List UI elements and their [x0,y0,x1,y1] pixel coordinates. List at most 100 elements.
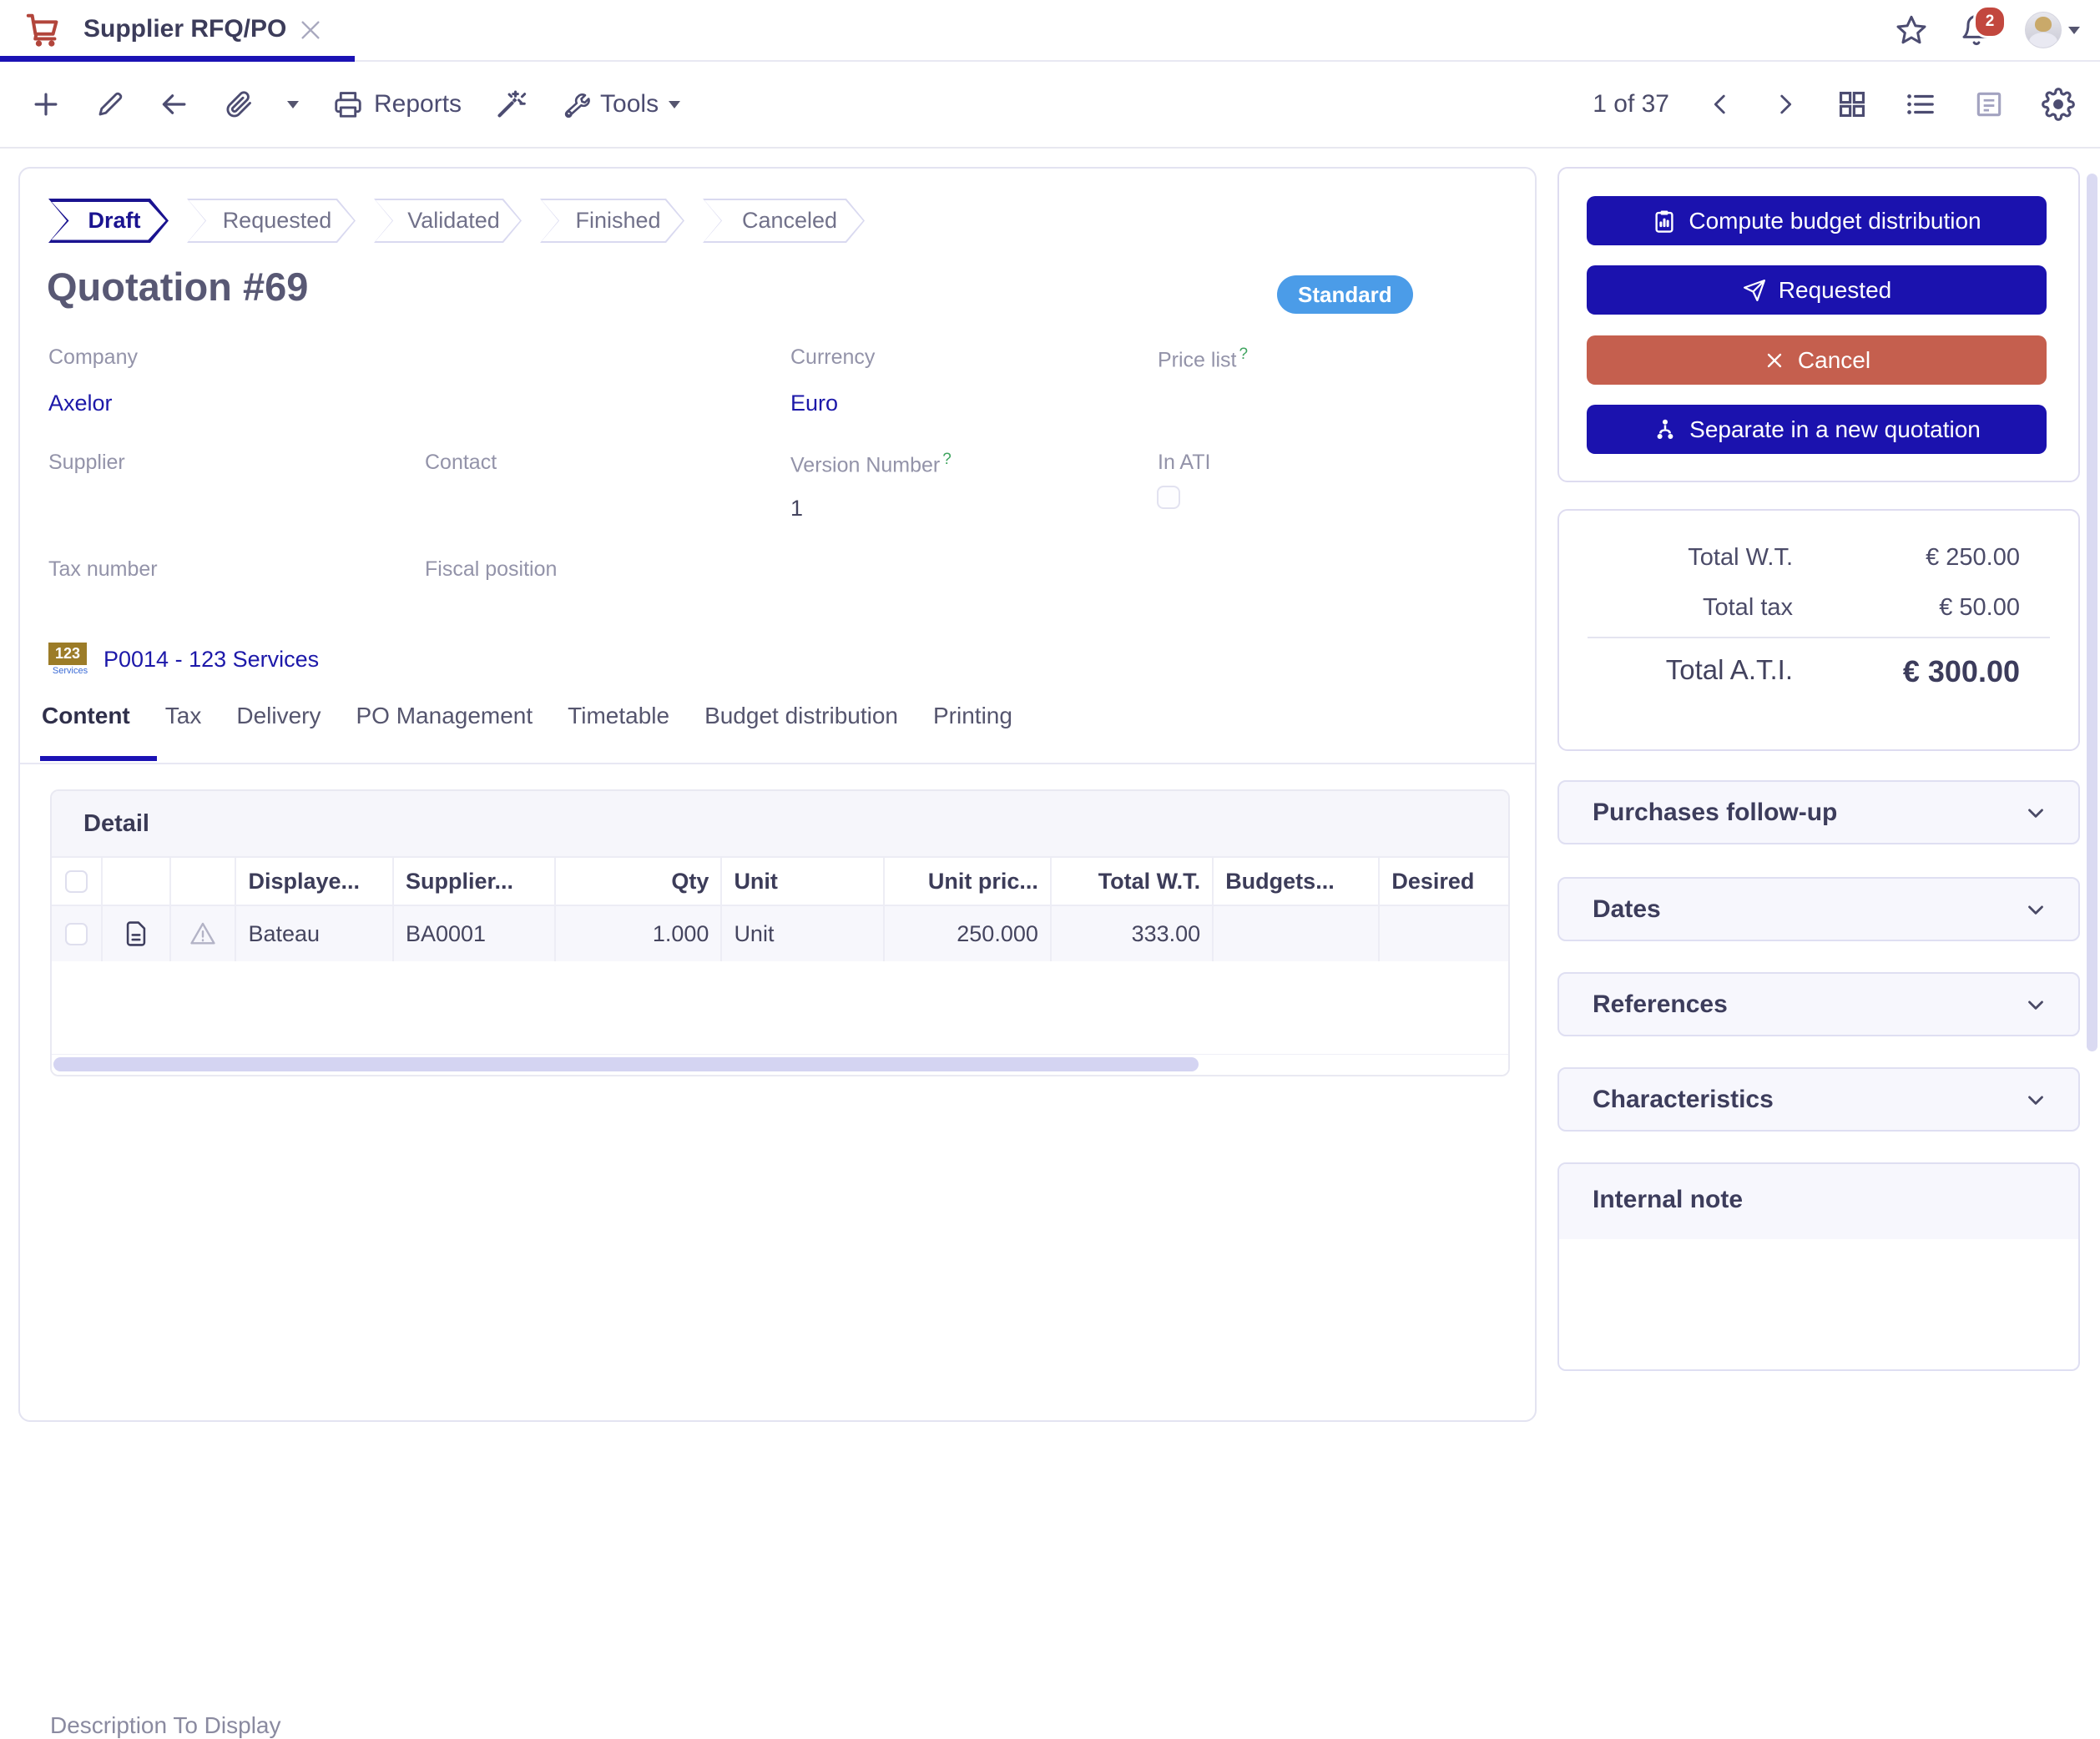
compute-budget-distribution-button[interactable]: Compute budget distribution [1587,196,2047,245]
tab-budget-distribution[interactable]: Budget distribution [704,703,898,729]
total-tax-value: € 50.00 [1793,594,2078,622]
detail-column-headers: Displaye... Supplier... Qty Unit Unit pr… [52,858,1508,905]
tab-timetable[interactable]: Timetable [568,703,669,729]
button-label: Requested [1779,277,1891,304]
price-list-label: Price list? [1158,345,1248,372]
supplier-value[interactable]: 123 Services P0014 - 123 Services [48,643,319,676]
column-supplier-code[interactable]: Supplier... [392,858,554,905]
internal-note-label: Internal note [1593,1186,1743,1214]
help-icon[interactable]: ? [942,451,952,468]
tab-title[interactable]: Supplier RFQ/PO [83,15,286,43]
cell-unit: Unit [720,906,882,961]
next-record-chevron[interactable] [1771,90,1800,118]
panel-references[interactable]: References [1557,972,2080,1036]
close-tab-icon[interactable] [297,17,324,43]
form-tabs: Content Tax Delivery PO Management Timet… [42,703,1012,729]
tools-button[interactable]: Tools [560,89,680,119]
record-pager: 1 of 37 [1593,90,1669,118]
select-all-checkbox[interactable] [52,858,101,905]
split-icon [1653,417,1678,442]
attachment-dropdown-caret[interactable] [287,101,299,108]
tab-content[interactable]: Content [42,703,130,729]
cell-qty: 1.000 [554,906,720,961]
chevron-down-icon [669,101,680,108]
total-wt-value: € 250.00 [1793,544,2078,572]
tax-number-label: Tax number [48,557,158,582]
separate-in-new-quotation-button[interactable]: Separate in a new quotation [1587,405,2047,454]
contact-label: Contact [425,451,497,475]
supplier-link[interactable]: P0014 - 123 Services [103,647,319,673]
chevron-down-icon [2023,800,2048,825]
form-toolbar: Reports Tools 1 of 37 [0,62,2100,149]
scrollbar-thumb[interactable] [53,1057,1199,1071]
workflow-step-finished: Finished [540,199,684,243]
workflow-step-requested: Requested [187,199,356,243]
requested-button[interactable]: Requested [1587,265,2047,315]
attachment-paperclip-icon[interactable] [224,89,254,119]
panel-internal-note[interactable]: Internal note [1557,1162,2080,1371]
help-icon[interactable]: ? [1239,345,1248,363]
tab-tax[interactable]: Tax [165,703,202,729]
totals-divider [1588,637,2050,638]
column-icon-1 [101,858,169,905]
workflow-step-validated: Validated [374,199,522,243]
cell-desired [1378,906,1508,961]
user-menu[interactable] [2025,12,2080,48]
warning-triangle-icon [169,906,235,961]
shopping-cart-icon [25,11,63,49]
cell-supplier-code: BA0001 [392,906,554,961]
table-row[interactable]: Bateau BA0001 1.000 Unit 250.000 333.00 [52,905,1508,961]
column-qty[interactable]: Qty [554,858,720,905]
active-tab-indicator [0,56,355,62]
description-to-display-label: Description To Display [50,1712,281,1739]
favorite-star-icon[interactable] [1895,13,1928,47]
column-unit[interactable]: Unit [720,858,882,905]
page-scrollbar-thumb[interactable] [2087,174,2097,1051]
notifications-bell-icon[interactable]: 2 [1960,13,1993,47]
list-view-icon[interactable] [1905,88,1936,120]
tab-po-management[interactable]: PO Management [356,703,533,729]
navbar: Supplier RFQ/PO 2 [0,0,2100,62]
edit-pencil-icon[interactable] [95,89,125,119]
total-tax-label: Total tax [1559,594,1793,622]
company-value[interactable]: Axelor [48,391,113,416]
cell-unit-price: 250.000 [883,906,1050,961]
cell-budgets [1212,906,1378,961]
panel-purchases-follow-up[interactable]: Purchases follow-up [1557,780,2080,844]
quotation-type-badge: Standard [1277,275,1413,314]
horizontal-scrollbar[interactable] [52,1054,1508,1075]
avatar[interactable] [2025,12,2062,48]
currency-value[interactable]: Euro [790,391,838,416]
back-arrow-icon[interactable] [159,88,190,120]
column-displayed[interactable]: Displaye... [235,858,392,905]
reports-button[interactable]: Reports [332,88,462,120]
in-ati-checkbox[interactable] [1157,486,1180,509]
cancel-button[interactable]: Cancel [1587,335,2047,385]
settings-gear-icon[interactable] [2042,88,2075,121]
magic-wand-icon[interactable] [495,88,527,120]
cell-total-wt: 333.00 [1050,906,1212,961]
quotation-form-card: Draft Requested Validated Finished Cance… [18,167,1537,1422]
column-desired[interactable]: Desired [1378,858,1508,905]
fiscal-position-label: Fiscal position [425,557,557,582]
workflow-step-draft: Draft [48,199,169,243]
row-checkbox[interactable] [52,906,101,961]
tab-delivery[interactable]: Delivery [236,703,321,729]
panel-characteristics[interactable]: Characteristics [1557,1067,2080,1132]
new-record-button[interactable] [30,88,62,120]
column-unit-price[interactable]: Unit pric... [883,858,1050,905]
cell-displayed: Bateau [235,906,392,961]
form-view-icon[interactable] [1973,88,2005,120]
version-number-label: Version Number? [790,451,952,477]
prev-record-chevron[interactable] [1706,90,1734,118]
currency-label: Currency [790,345,875,370]
tab-printing[interactable]: Printing [933,703,1012,729]
notification-count-badge: 2 [1973,5,2007,38]
workflow-status-bar: Draft Requested Validated Finished Cance… [48,199,865,243]
column-total-wt[interactable]: Total W.T. [1050,858,1212,905]
kanban-view-icon[interactable] [1836,88,1868,120]
detail-grid: Detail Displaye... Supplier... Qty Unit … [50,789,1510,1076]
file-text-icon[interactable] [101,906,169,961]
panel-dates[interactable]: Dates [1557,877,2080,941]
column-budgets[interactable]: Budgets... [1212,858,1378,905]
